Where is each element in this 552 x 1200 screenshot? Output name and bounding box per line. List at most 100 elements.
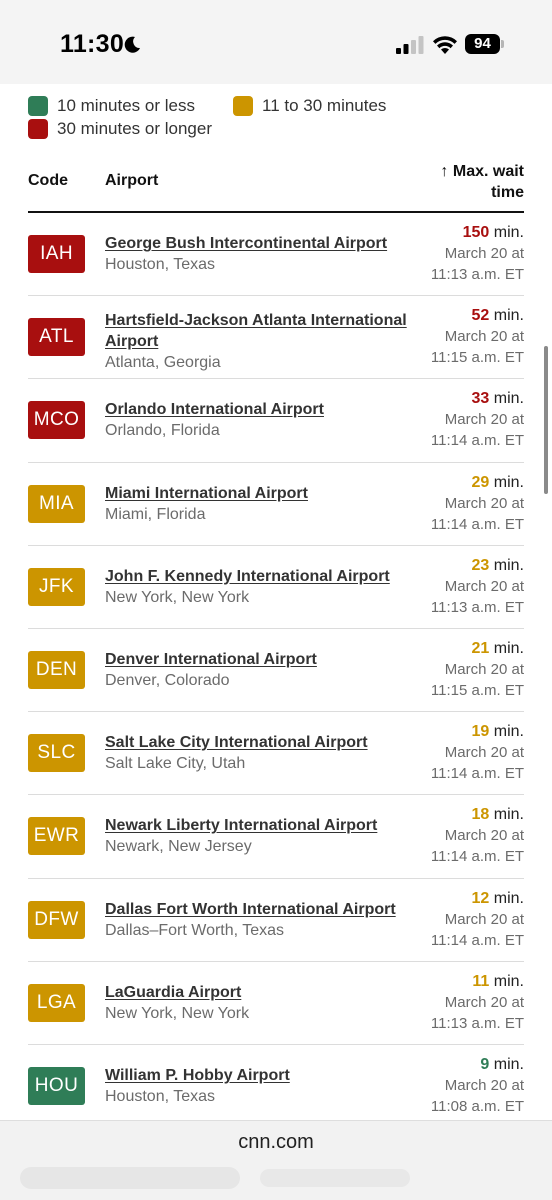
airport-location: Denver, Colorado [105,671,230,689]
airport-cell: Miami International Airport Miami, Florid… [105,483,425,525]
airport-name-link[interactable]: George Bush Intercontinental Airport [105,233,425,254]
battery-level: 94 [465,34,500,54]
wait-unit: min. [493,1055,524,1073]
wait-date: March 20 at [444,993,524,1011]
scrollbar[interactable] [544,346,548,494]
moon-icon [124,36,140,53]
airport-name-link[interactable]: John F. Kennedy International Airport [105,566,425,587]
battery-icon: 94 [465,34,505,56]
table-row: MIA Miami International Airport Miami, Flo… [28,463,524,546]
wait-timestamp: 11:14 a.m. ET [430,765,524,783]
table-row: DEN Denver International Airport Denver, C… [28,629,524,713]
airport-name-link[interactable]: Newark Liberty International Airport [105,815,425,836]
table-row: MCO Orlando International Airport Orlando,… [28,379,524,463]
table-row: EWR Newark Liberty International Airport N… [28,795,524,879]
airport-location: Salt Lake City, Utah [105,755,246,773]
column-header-airport: Airport [105,172,159,189]
airport-cell: John F. Kennedy International Airport New… [105,566,425,608]
table-row: JFK John F. Kennedy International Airport… [28,546,524,629]
airport-name-link[interactable]: Miami International Airport [105,483,425,504]
wait-date: March 20 at [444,328,524,346]
airport-location: Atlanta, Georgia [105,354,221,372]
wait-timestamp: 11:08 a.m. ET [430,1097,524,1115]
airport-code-badge: JFK [28,567,85,606]
legend-label: 10 minutes or less [57,96,195,115]
airport-name-link[interactable]: Hartsfield-Jackson Atlanta International… [105,310,425,352]
legend-item-amber: 11 to 30 minutes [233,96,386,116]
wait-date: March 20 at [444,411,524,429]
wait-unit: min. [493,390,524,408]
airport-code-badge: MIA [28,484,85,523]
wait-timestamp: 11:13 a.m. ET [430,1014,524,1032]
airport-location: Miami, Florida [105,505,206,523]
airport-cell: Denver International Airport Denver, Colo… [105,649,425,691]
wait-time-cell: 9 min. March 20 at 11:08 a.m. ET [414,1054,524,1117]
legend-swatch [28,119,48,139]
airport-cell: Salt Lake City International Airport Salt… [105,732,425,774]
wait-time-cell: 33 min. March 20 at 11:14 a.m. ET [414,388,524,451]
airport-code-badge: DFW [28,900,85,939]
table-header: Code Airport ↑ Max. wait time [28,160,524,213]
toolbar-placeholder [20,1167,240,1189]
legend-item-red: 30 minutes or longer [28,119,212,139]
wait-unit: min. [493,639,524,657]
airport-code-badge: MCO [28,401,85,440]
status-bar: 11:30 94 [0,0,552,84]
wait-date: March 20 at [444,744,524,762]
browser-bottom-bar: cnn.com [0,1120,552,1200]
airport-location: Houston, Texas [105,1087,215,1105]
url-domain[interactable]: cnn.com [0,1131,552,1154]
airport-name-link[interactable]: Denver International Airport [105,649,425,670]
wait-unit: min. [493,972,524,990]
airport-name-link[interactable]: Dallas Fort Worth International Airport [105,899,425,920]
airport-cell: Orlando International Airport Orlando, Fl… [105,399,425,441]
wait-date: March 20 at [444,827,524,845]
airport-name-link[interactable]: William P. Hobby Airport [105,1065,425,1086]
wait-timestamp: 11:14 a.m. ET [430,515,524,533]
table-row: SLC Salt Lake City International Airport S… [28,712,524,796]
status-time: 11:30 [60,30,125,58]
wait-date: March 20 at [444,660,524,678]
table-row: LGA LaGuardia Airport New York, New York 11… [28,962,524,1045]
airport-name-link[interactable]: LaGuardia Airport [105,982,425,1003]
legend-swatch [28,96,48,116]
airport-location: Newark, New Jersey [105,838,252,856]
wait-minutes: 12 [471,889,490,907]
wait-minutes: 23 [471,556,490,574]
airport-name-link[interactable]: Salt Lake City International Airport [105,732,425,753]
airport-code-badge: SLC [28,734,85,773]
airport-code-badge: ATL [28,318,85,357]
airport-cell: George Bush Intercontinental Airport Hous… [105,233,425,275]
wait-minutes: 9 [480,1055,490,1073]
wait-timestamp: 11:13 a.m. ET [430,266,524,283]
airport-cell: Hartsfield-Jackson Atlanta International… [105,310,425,373]
wait-minutes: 150 [462,224,490,241]
wait-time-cell: 19 min. March 20 at 11:14 a.m. ET [414,721,524,784]
wait-time-cell: 150 min. March 20 at 11:13 a.m. ET [414,222,524,285]
airport-cell: LaGuardia Airport New York, New York [105,982,425,1024]
wait-unit: min. [493,307,524,325]
wait-time-cell: 52 min. March 20 at 11:15 a.m. ET [414,305,524,368]
column-header-code: Code [28,172,68,189]
airport-table-body: IAH George Bush Intercontinental Airport H… [28,213,524,1129]
column-header-max-wait-sort[interactable]: ↑ Max. wait time [404,161,524,203]
airport-name-link[interactable]: Orlando International Airport [105,399,425,420]
wait-unit: min. [493,473,524,491]
airport-location: Houston, Texas [105,256,215,273]
wait-minutes: 21 [471,639,490,657]
airport-code-badge: HOU [28,1066,85,1105]
toolbar-placeholder [260,1169,410,1187]
wait-unit: min. [493,889,524,907]
wait-timestamp: 11:15 a.m. ET [430,349,524,367]
airport-location: Orlando, Florida [105,422,220,440]
wait-minutes: 29 [471,473,490,491]
legend-label: 11 to 30 minutes [262,96,387,115]
wait-time-cell: 11 min. March 20 at 11:13 a.m. ET [414,971,524,1034]
wait-timestamp: 11:14 a.m. ET [430,931,524,949]
table-row: ATL Hartsfield-Jackson Atlanta Internatio… [28,296,524,380]
airport-location: New York, New York [105,1004,250,1022]
wait-unit: min. [493,556,524,574]
legend-item-green: 10 minutes or less [28,96,195,116]
wifi-icon [433,36,457,54]
wait-unit: min. [493,723,524,741]
